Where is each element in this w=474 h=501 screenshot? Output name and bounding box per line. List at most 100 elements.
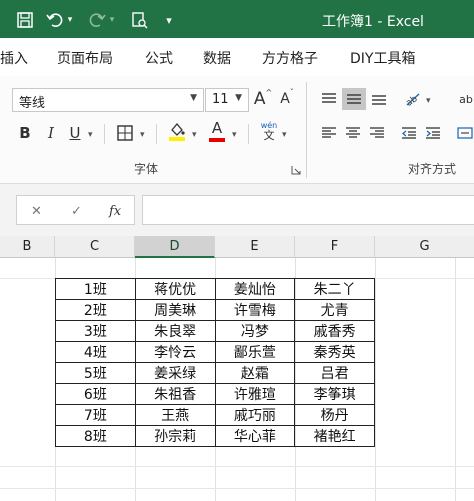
alignment-group-label: 对齐方式 bbox=[408, 162, 457, 176]
column-header-e[interactable]: E bbox=[215, 236, 295, 258]
column-header-b[interactable]: B bbox=[0, 236, 55, 258]
group-divider bbox=[306, 82, 307, 178]
dialog-launcher-icon[interactable] bbox=[290, 164, 302, 176]
table-body: 1班 蒋优优 姜灿怡 朱二丫 2班 周美琳 许雪梅 尤青 3班 朱良翠 冯梦 戚… bbox=[55, 278, 375, 447]
cell-name[interactable]: 李筝琪 bbox=[294, 383, 375, 405]
font-size-value: 11 bbox=[212, 92, 229, 107]
cell-name[interactable]: 许雅瑄 bbox=[214, 383, 296, 405]
pinyin-char: 文 bbox=[263, 129, 275, 142]
underline-label: U bbox=[69, 124, 81, 142]
italic-button[interactable]: I bbox=[40, 122, 62, 144]
column-header-c[interactable]: C bbox=[55, 236, 135, 258]
cell-class[interactable]: 3班 bbox=[55, 320, 136, 342]
undo-dropdown-icon[interactable]: ▾ bbox=[64, 9, 76, 31]
cell-name[interactable]: 华心菲 bbox=[214, 425, 296, 447]
grow-font-button[interactable]: A ^ bbox=[252, 88, 274, 110]
cell-class[interactable]: 8班 bbox=[55, 425, 136, 447]
formula-input[interactable] bbox=[142, 195, 474, 225]
font-size-select[interactable]: 11 ▼ bbox=[205, 88, 249, 112]
underline-button[interactable]: U bbox=[64, 122, 86, 144]
chevron-down-icon[interactable]: ▾ bbox=[192, 130, 197, 140]
merge-center-icon[interactable] bbox=[456, 122, 474, 144]
print-preview-icon[interactable] bbox=[128, 9, 150, 31]
enter-icon[interactable]: ✓ bbox=[71, 204, 82, 219]
chevron-down-icon[interactable]: ▾ bbox=[88, 130, 93, 140]
borders-icon[interactable] bbox=[114, 122, 136, 144]
cell-name[interactable]: 王燕 bbox=[134, 404, 216, 426]
increase-indent-icon[interactable] bbox=[422, 122, 444, 144]
cell-class[interactable]: 7班 bbox=[55, 404, 136, 426]
cell-name[interactable]: 蒋优优 bbox=[134, 278, 216, 300]
align-bottom-icon[interactable] bbox=[368, 88, 390, 110]
column-header-f[interactable]: F bbox=[295, 236, 375, 258]
cell-name[interactable]: 周美琳 bbox=[134, 299, 216, 321]
tab-data[interactable]: 数据 bbox=[203, 48, 231, 68]
font-color-icon[interactable]: A bbox=[206, 120, 228, 142]
class-roster-table: 1班 蒋优优 姜灿怡 朱二丫 2班 周美琳 许雪梅 尤青 3班 朱良翠 冯梦 戚… bbox=[55, 278, 375, 447]
phonetic-guide-icon[interactable]: wén 文 bbox=[258, 120, 280, 142]
cell-name[interactable]: 朱祖香 bbox=[134, 383, 216, 405]
cell-class[interactable]: 1班 bbox=[55, 278, 136, 300]
align-right-icon[interactable] bbox=[366, 122, 388, 144]
align-middle-icon[interactable] bbox=[342, 88, 366, 110]
gridline bbox=[455, 258, 456, 501]
shrink-font-button[interactable]: Aˇ bbox=[276, 88, 298, 110]
cell-name[interactable]: 戚香秀 bbox=[294, 320, 375, 342]
cell-name[interactable]: 孙宗莉 bbox=[134, 425, 216, 447]
cancel-icon[interactable]: ✕ bbox=[31, 204, 42, 219]
cell-name[interactable]: 冯梦 bbox=[214, 320, 296, 342]
cell-name[interactable]: 李怜云 bbox=[134, 341, 216, 363]
bold-button[interactable]: B bbox=[14, 122, 36, 144]
font-name-select[interactable]: 等线 ▼ bbox=[12, 88, 204, 112]
cell-name[interactable]: 褚艳红 bbox=[294, 425, 375, 447]
divider bbox=[156, 124, 157, 144]
decrease-indent-icon[interactable] bbox=[398, 122, 420, 144]
insert-function-icon[interactable]: fx bbox=[109, 204, 121, 219]
tab-page-layout[interactable]: 页面布局 bbox=[57, 48, 113, 68]
cell-name[interactable]: 朱良翠 bbox=[134, 320, 216, 342]
tab-insert[interactable]: 插入 bbox=[0, 48, 28, 68]
align-top-icon[interactable] bbox=[318, 88, 340, 110]
cell-name[interactable]: 姜灿怡 bbox=[214, 278, 296, 300]
cell-class[interactable]: 4班 bbox=[55, 341, 136, 363]
fill-color-icon[interactable] bbox=[166, 120, 188, 142]
tab-fangfang[interactable]: 方方格子 bbox=[262, 48, 318, 68]
customize-toolbar-icon[interactable]: ▾ bbox=[158, 9, 180, 31]
align-center-icon[interactable] bbox=[342, 122, 364, 144]
cell-class[interactable]: 5班 bbox=[55, 362, 136, 384]
orientation-icon[interactable]: ab bbox=[402, 88, 424, 110]
title-bar: ▾ ▾ ▾ 工作簿1 - Excel bbox=[0, 0, 474, 38]
column-header-d[interactable]: D bbox=[135, 236, 215, 258]
cell-name[interactable]: 姜采绿 bbox=[134, 362, 216, 384]
column-header-g[interactable]: G bbox=[375, 236, 474, 258]
cell-name[interactable]: 吕君 bbox=[294, 362, 375, 384]
chevron-down-icon[interactable]: ▾ bbox=[140, 130, 145, 140]
table-row: 4班 李怜云 鄙乐萱 秦秀英 bbox=[55, 341, 375, 363]
redo-dropdown-icon[interactable]: ▾ bbox=[106, 9, 118, 31]
cell-class[interactable]: 2班 bbox=[55, 299, 136, 321]
redo-icon[interactable] bbox=[86, 9, 108, 31]
cell-name[interactable]: 尤青 bbox=[294, 299, 375, 321]
table-row: 7班 王燕 戚巧丽 杨丹 bbox=[55, 404, 375, 426]
cell-name[interactable]: 戚巧丽 bbox=[214, 404, 296, 426]
cell-class[interactable]: 6班 bbox=[55, 383, 136, 405]
wrap-text-icon[interactable]: ab bbox=[458, 88, 474, 110]
tab-diy-toolbox[interactable]: DIY工具箱 bbox=[350, 48, 415, 68]
cell-name[interactable]: 赵霜 bbox=[214, 362, 296, 384]
table-row: 5班 姜采绿 赵霜 吕君 bbox=[55, 362, 375, 384]
cell-name[interactable]: 朱二丫 bbox=[294, 278, 375, 300]
chevron-down-icon: ▼ bbox=[235, 93, 242, 103]
undo-icon[interactable] bbox=[44, 9, 66, 31]
chevron-down-icon[interactable]: ▾ bbox=[282, 130, 287, 140]
align-left-icon[interactable] bbox=[318, 122, 340, 144]
cell-name[interactable]: 秦秀英 bbox=[294, 341, 375, 363]
cell-name[interactable]: 许雪梅 bbox=[214, 299, 296, 321]
cell-name[interactable]: 杨丹 bbox=[294, 404, 375, 426]
chevron-down-icon[interactable]: ▾ bbox=[426, 96, 431, 106]
save-icon[interactable] bbox=[14, 9, 36, 31]
italic-label: I bbox=[48, 124, 54, 142]
cell-name[interactable]: 鄙乐萱 bbox=[214, 341, 296, 363]
bold-label: B bbox=[19, 124, 31, 142]
tab-formulas[interactable]: 公式 bbox=[145, 48, 173, 68]
chevron-down-icon[interactable]: ▾ bbox=[232, 130, 237, 140]
